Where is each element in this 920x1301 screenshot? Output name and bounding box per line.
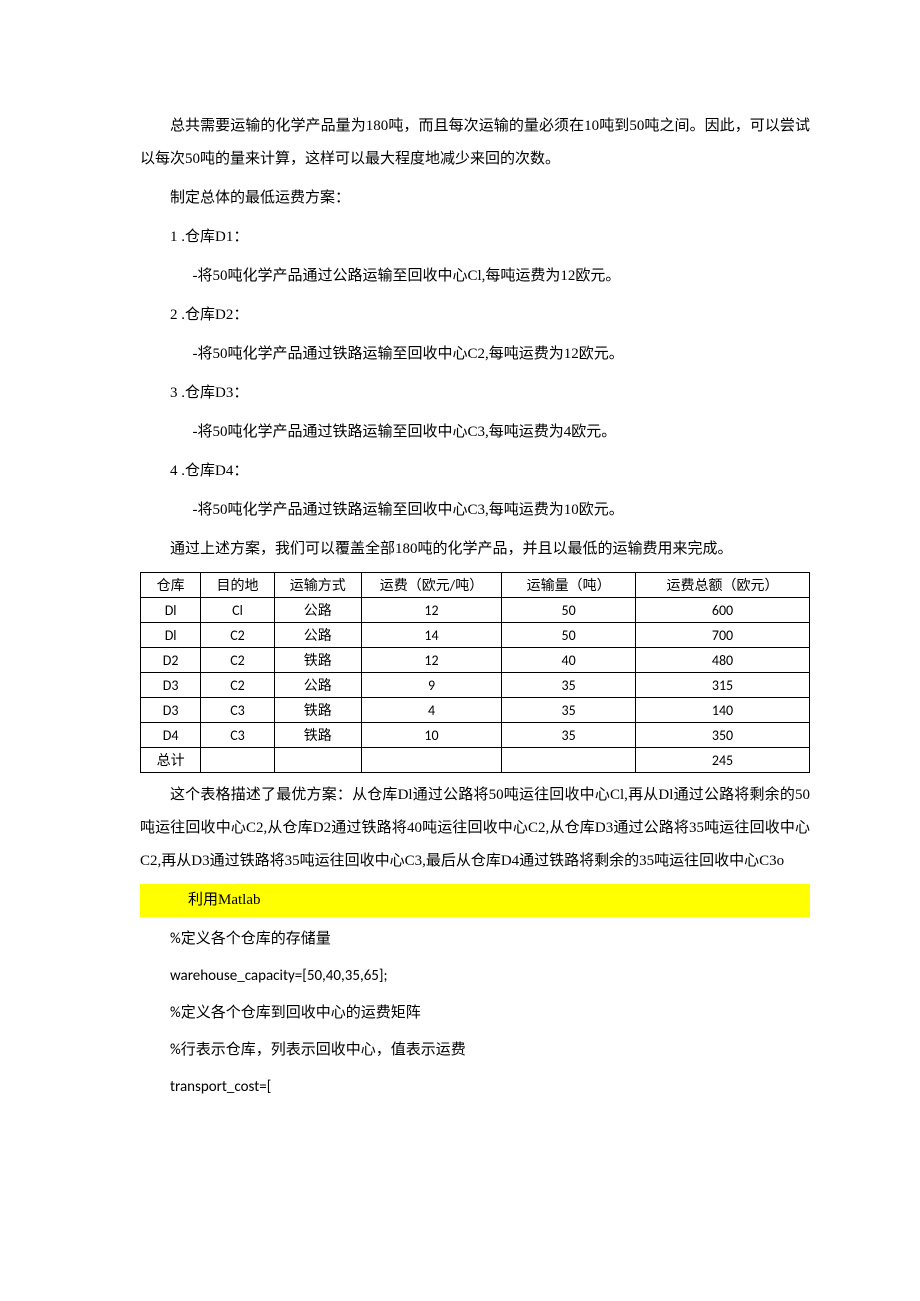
list-item-d4: 4 .仓库D4： xyxy=(140,455,810,488)
cell: 公路 xyxy=(274,673,361,698)
cell: 140 xyxy=(636,698,810,723)
cell: C2 xyxy=(201,623,275,648)
cell: 350 xyxy=(636,723,810,748)
table-row: Dl Cl 公路 12 50 600 xyxy=(141,598,810,623)
cell: D3 xyxy=(141,698,201,723)
cell: 4 xyxy=(361,698,501,723)
th-total: 运费总额（欧元） xyxy=(636,573,810,598)
list-item-d2: 2 .仓库D2： xyxy=(140,299,810,332)
cell xyxy=(361,748,501,773)
cell: Dl xyxy=(141,623,201,648)
cell: 12 xyxy=(361,648,501,673)
list-item-d4-detail: -将50吨化学产品通过铁路运输至回收中心C3,每吨运费为10欧元。 xyxy=(140,494,810,527)
cell: 40 xyxy=(502,648,636,673)
table-row-total: 总计 245 xyxy=(141,748,810,773)
paragraph-intro: 总共需要运输的化学产品量为180吨，而且每次运输的量必须在10吨到50吨之间。因… xyxy=(140,110,810,176)
th-warehouse: 仓库 xyxy=(141,573,201,598)
cell: 50 xyxy=(502,598,636,623)
cost-table: 仓库 目的地 运输方式 运费（欧元/吨） 运输量（吨） 运费总额（欧元） Dl … xyxy=(140,572,810,773)
cell: D3 xyxy=(141,673,201,698)
cell: C3 xyxy=(201,723,275,748)
list-item-d2-detail: -将50吨化学产品通过铁路运输至回收中心C2,每吨运费为12欧元。 xyxy=(140,338,810,371)
code-line: %定义各个仓库到回收中心的运费矩阵 xyxy=(140,997,810,1030)
table-row: Dl C2 公路 14 50 700 xyxy=(141,623,810,648)
highlight-matlab: 利用Matlab xyxy=(140,884,810,917)
th-destination: 目的地 xyxy=(201,573,275,598)
cell: 245 xyxy=(636,748,810,773)
list-item-d1: 1 .仓库D1： xyxy=(140,221,810,254)
cell: 14 xyxy=(361,623,501,648)
list-item-d3-detail: -将50吨化学产品通过铁路运输至回收中心C3,每吨运费为4欧元。 xyxy=(140,416,810,449)
cell: 50 xyxy=(502,623,636,648)
table-header-row: 仓库 目的地 运输方式 运费（欧元/吨） 运输量（吨） 运费总额（欧元） xyxy=(141,573,810,598)
code-line: %定义各个仓库的存储量 xyxy=(140,923,810,956)
cell: D2 xyxy=(141,648,201,673)
cell: 总计 xyxy=(141,748,201,773)
cell: 铁路 xyxy=(274,648,361,673)
document-page: 总共需要运输的化学产品量为180吨，而且每次运输的量必须在10吨到50吨之间。因… xyxy=(0,0,920,1168)
paragraph-table-description: 这个表格描述了最优方案：从仓库Dl通过公路将50吨运往回收中心Cl,再从Dl通过… xyxy=(140,779,810,878)
cell xyxy=(274,748,361,773)
cell: 700 xyxy=(636,623,810,648)
cell: C2 xyxy=(201,648,275,673)
cell: 9 xyxy=(361,673,501,698)
paragraph-conclusion: 通过上述方案，我们可以覆盖全部180吨的化学产品，并且以最低的运输费用来完成。 xyxy=(140,533,810,566)
cell: 600 xyxy=(636,598,810,623)
table-row: D4 C3 铁路 10 35 350 xyxy=(141,723,810,748)
cell: 铁路 xyxy=(274,723,361,748)
code-line: transport_cost=[ xyxy=(140,1071,810,1104)
cell: 公路 xyxy=(274,623,361,648)
cell xyxy=(201,748,275,773)
code-line: %行表示仓库，列表示回收中心，值表示运费 xyxy=(140,1034,810,1067)
cell: 铁路 xyxy=(274,698,361,723)
cell: 35 xyxy=(502,723,636,748)
cell: Cl xyxy=(201,598,275,623)
cell xyxy=(502,748,636,773)
cell: Dl xyxy=(141,598,201,623)
cell: 480 xyxy=(636,648,810,673)
th-rate: 运费（欧元/吨） xyxy=(361,573,501,598)
table-row: D3 C3 铁路 4 35 140 xyxy=(141,698,810,723)
table-row: D2 C2 铁路 12 40 480 xyxy=(141,648,810,673)
cell: D4 xyxy=(141,723,201,748)
cell: 315 xyxy=(636,673,810,698)
cell: 35 xyxy=(502,673,636,698)
cell: 10 xyxy=(361,723,501,748)
table-body: Dl Cl 公路 12 50 600 Dl C2 公路 14 50 700 D2… xyxy=(141,598,810,773)
list-item-d3: 3 .仓库D3： xyxy=(140,377,810,410)
th-qty: 运输量（吨） xyxy=(502,573,636,598)
cell: 12 xyxy=(361,598,501,623)
cell: 35 xyxy=(502,698,636,723)
table-row: D3 C2 公路 9 35 315 xyxy=(141,673,810,698)
cell: 公路 xyxy=(274,598,361,623)
cell: C2 xyxy=(201,673,275,698)
paragraph-plan-heading: 制定总体的最低运费方案： xyxy=(140,182,810,215)
cell: C3 xyxy=(201,698,275,723)
list-item-d1-detail: -将50吨化学产品通过公路运输至回收中心Cl,每吨运费为12欧元。 xyxy=(140,260,810,293)
th-mode: 运输方式 xyxy=(274,573,361,598)
code-line: warehouse_capacity=[50,40,35,65]; xyxy=(140,960,810,993)
